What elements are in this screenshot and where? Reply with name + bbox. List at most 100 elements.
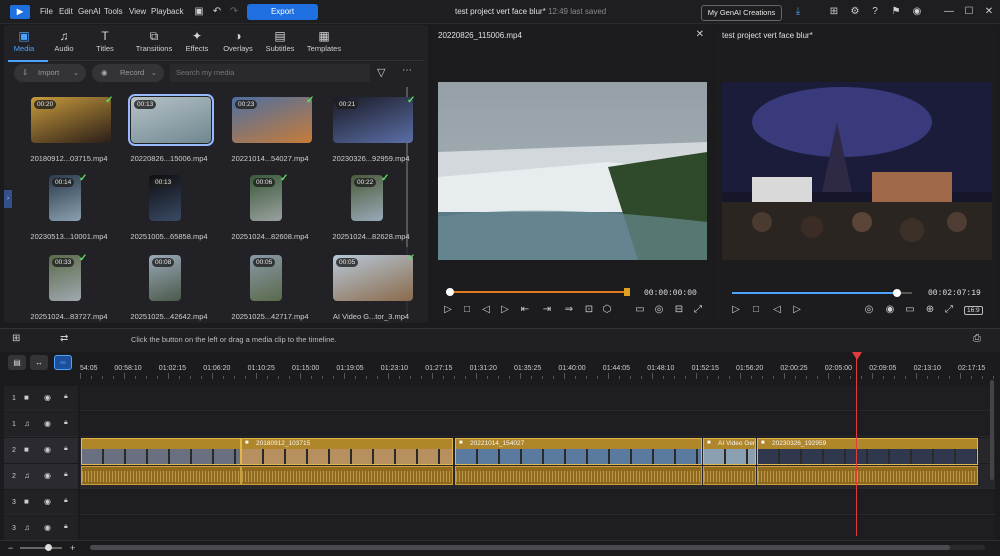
- insert-icon[interactable]: ⇒: [563, 304, 575, 315]
- overwrite-icon[interactable]: ⊡: [583, 304, 595, 315]
- play-icon[interactable]: ▷: [442, 304, 454, 315]
- zoom-slider-track[interactable]: [20, 547, 62, 549]
- zoom-out-icon[interactable]: −: [8, 543, 13, 553]
- mark-out-icon[interactable]: ⇥: [541, 304, 553, 315]
- track-header[interactable]: 3 ■ ◉ 🔒︎: [4, 490, 78, 515]
- zoom-slider-handle[interactable]: [45, 544, 52, 551]
- close-icon[interactable]: ✕: [983, 6, 995, 18]
- media-thumbnail[interactable]: 00:13: [128, 94, 214, 146]
- media-thumbnail[interactable]: 00:23: [232, 97, 312, 143]
- undo-icon[interactable]: ↶: [211, 6, 223, 18]
- marker-icon[interactable]: ⬡: [601, 304, 613, 315]
- volume-icon[interactable]: ◉: [884, 304, 896, 315]
- save-icon[interactable]: ▣: [193, 6, 205, 18]
- tab-titles[interactable]: T Titles: [85, 29, 125, 53]
- video-clip[interactable]: ■ 20180912_103715: [241, 438, 453, 465]
- timeline-track[interactable]: [80, 412, 995, 437]
- media-thumbnail[interactable]: 00:22: [351, 175, 383, 221]
- timeline-ruler[interactable]: 54:05 00:58:10 01:02:15 01:06:20 01:10:25 01:…: [80, 357, 995, 381]
- media-thumbnail[interactable]: 00:20: [31, 97, 111, 143]
- settings-icon[interactable]: ⚙: [849, 6, 861, 18]
- mark-in-icon[interactable]: ⇤: [519, 304, 531, 315]
- maximize-icon[interactable]: ☐: [963, 6, 975, 18]
- audio-clip[interactable]: [81, 466, 241, 485]
- playhead-handle[interactable]: [893, 289, 901, 297]
- timeline-progress-bar[interactable]: [732, 292, 900, 294]
- visibility-icon[interactable]: ◉: [44, 497, 51, 506]
- mark-out-handle[interactable]: [624, 288, 630, 296]
- menu-playback[interactable]: Playback: [151, 7, 183, 16]
- media-thumbnail[interactable]: 00:14: [49, 175, 81, 221]
- timeline-track[interactable]: [80, 386, 995, 411]
- clip-scrub-handle[interactable]: [446, 288, 454, 296]
- download-icon[interactable]: ⤓: [792, 6, 804, 18]
- lock-icon[interactable]: 🔒︎: [64, 471, 68, 479]
- menu-genai[interactable]: GenAI: [78, 7, 101, 16]
- previous-frame-icon[interactable]: ◁: [480, 304, 492, 315]
- search-input[interactable]: [170, 64, 370, 82]
- zoom-icon[interactable]: ⊕: [924, 304, 936, 315]
- stop-icon[interactable]: □: [750, 304, 762, 315]
- close-preview-icon[interactable]: ✕: [696, 29, 704, 40]
- clip-scrub-bar[interactable]: [446, 291, 626, 293]
- playhead-marker[interactable]: [852, 352, 862, 360]
- more-options-icon[interactable]: ⋯: [402, 65, 412, 76]
- video-clip[interactable]: [81, 438, 241, 465]
- track-manager-icon[interactable]: ▤: [8, 355, 26, 370]
- expand-panel-icon[interactable]: ›: [4, 190, 12, 208]
- timeline-track[interactable]: [80, 516, 995, 541]
- timeline-track[interactable]: [80, 490, 995, 515]
- audio-clip[interactable]: [757, 466, 978, 485]
- next-frame-icon[interactable]: ▷: [499, 304, 511, 315]
- lock-icon[interactable]: 🔒︎: [64, 445, 68, 453]
- visibility-icon[interactable]: ◉: [44, 445, 51, 454]
- menu-edit[interactable]: Edit: [59, 7, 73, 16]
- tab-templates[interactable]: ▦ Templates: [304, 29, 344, 53]
- lock-icon[interactable]: 🔒︎: [64, 523, 68, 531]
- subtitle-icon[interactable]: ▭: [904, 304, 916, 315]
- timeline-playhead[interactable]: [856, 353, 857, 536]
- record-button[interactable]: ◉ Record ⌄: [92, 64, 164, 82]
- visibility-icon[interactable]: ◉: [44, 471, 51, 480]
- redo-icon[interactable]: ↷: [228, 6, 240, 18]
- menu-tools[interactable]: Tools: [104, 7, 123, 16]
- snapshot-icon[interactable]: ◎: [863, 304, 875, 315]
- media-thumbnail[interactable]: 00:13: [149, 175, 181, 221]
- tab-audio[interactable]: ♫ Audio: [44, 29, 84, 53]
- lock-icon[interactable]: 🔒︎: [64, 497, 68, 505]
- audio-clip[interactable]: [703, 466, 756, 485]
- snapshot-icon[interactable]: ◎: [653, 304, 665, 315]
- lock-icon[interactable]: 🔒︎: [64, 419, 68, 427]
- aspect-ratio-button[interactable]: 16:9: [964, 306, 983, 315]
- audio-clip[interactable]: [455, 466, 702, 485]
- tab-subtitles[interactable]: ▤ Subtitles: [260, 29, 300, 53]
- fullscreen-icon[interactable]: ⤢: [943, 304, 955, 315]
- tab-overlays[interactable]: ◑ Overlays: [218, 29, 258, 53]
- video-clip[interactable]: ■ AI Video Gen: [703, 438, 756, 465]
- fit-timeline-icon[interactable]: ↔: [30, 355, 48, 370]
- tab-transitions[interactable]: ⧉ Transitions: [131, 29, 177, 53]
- minimize-icon[interactable]: —: [943, 6, 955, 18]
- previous-frame-icon[interactable]: ◁: [771, 304, 783, 315]
- media-thumbnail[interactable]: 00:33: [49, 255, 81, 301]
- account-icon[interactable]: ◉: [911, 6, 923, 18]
- fullscreen-icon[interactable]: ⤢: [692, 304, 704, 315]
- help-icon[interactable]: ?: [869, 6, 881, 18]
- timeline-vscroll[interactable]: [990, 380, 994, 480]
- track-header[interactable]: 3 ♫ ◉ 🔒︎: [4, 516, 78, 541]
- magnet-icon[interactable]: ∞: [54, 355, 72, 370]
- subtitle-icon[interactable]: ▭: [634, 304, 646, 315]
- layout-icon[interactable]: ⊞: [828, 6, 840, 18]
- video-clip[interactable]: ■ 20221014_154027: [455, 438, 702, 465]
- genai-creations-button[interactable]: My GenAI Creations: [701, 5, 782, 21]
- import-button[interactable]: ⇩ Import ⌄: [14, 64, 86, 82]
- tab-effects[interactable]: ✦ Effects: [177, 29, 217, 53]
- timeline-hscroll-thumb[interactable]: [90, 545, 950, 550]
- stop-icon[interactable]: □: [461, 304, 473, 315]
- track-header[interactable]: 1 ■ ◉ 🔒︎: [4, 386, 78, 411]
- video-clip[interactable]: ■ 20230326_192959: [757, 438, 978, 465]
- media-thumbnail[interactable]: 00:06: [250, 175, 282, 221]
- audio-clip[interactable]: [241, 466, 453, 485]
- media-thumbnail[interactable]: 00:08: [149, 255, 181, 301]
- visibility-icon[interactable]: ◉: [44, 393, 51, 402]
